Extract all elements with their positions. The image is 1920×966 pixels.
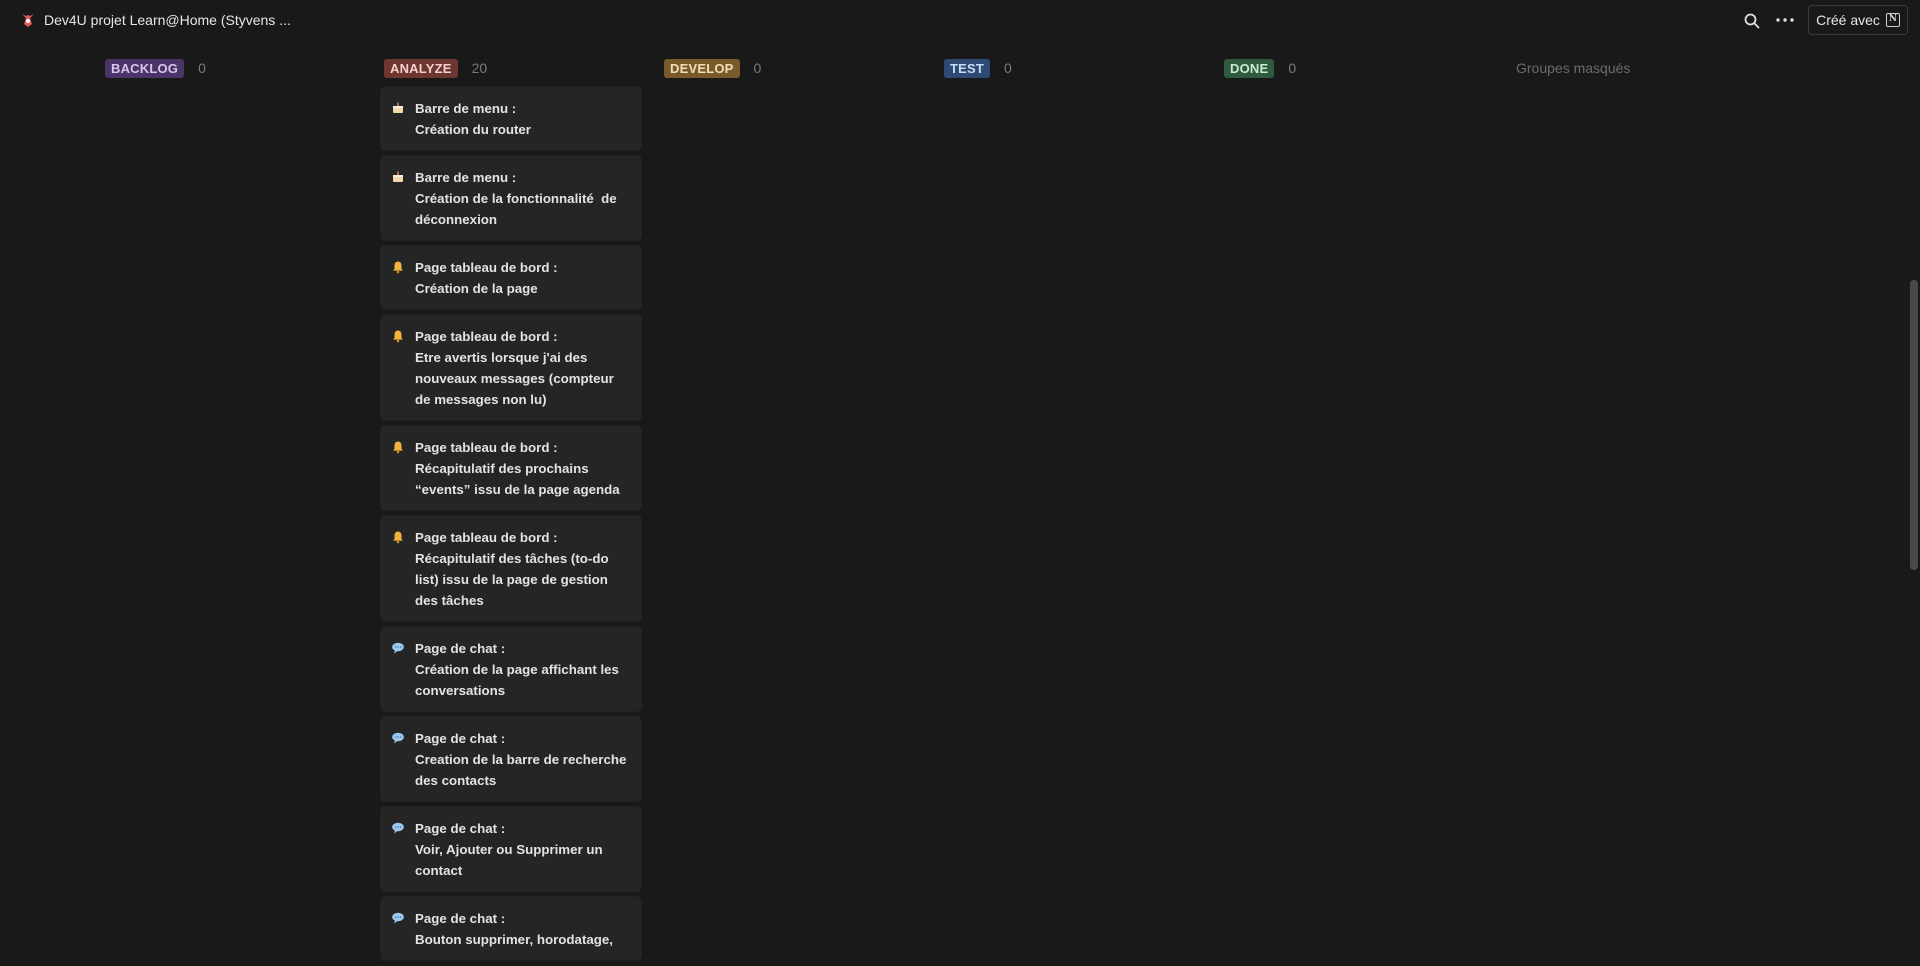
column-header-done[interactable]: DONE 0 bbox=[1224, 58, 1296, 78]
task-card-line: Création de la fonctionnalité de bbox=[415, 191, 617, 206]
task-card-title: Page tableau de bord : Récapitulatif des … bbox=[415, 437, 620, 500]
task-card-line: Voir, Ajouter ou Supprimer un bbox=[415, 842, 603, 857]
task-card-line: Page tableau de bord : bbox=[415, 260, 558, 275]
kanban-board: BACKLOG 0 ANALYZE 20 DEVELOP 0 TEST 0 DO… bbox=[0, 42, 1908, 960]
status-tag-backlog: BACKLOG bbox=[105, 58, 185, 78]
status-tag-analyze: ANALYZE bbox=[384, 58, 458, 78]
created-with-label: Créé avec bbox=[1816, 12, 1880, 28]
task-card[interactable]: Page tableau de bord : Création de la pag… bbox=[381, 246, 641, 309]
task-card-line: Barre de menu : bbox=[415, 101, 517, 116]
status-tag-test: TEST bbox=[944, 58, 991, 78]
task-card[interactable]: Page de chat : Creation de la barre de re… bbox=[381, 717, 641, 801]
scrollbar-thumb[interactable] bbox=[1910, 280, 1918, 570]
top-bar: Dev4U projet Learn@Home (Styvens ... Cré… bbox=[0, 0, 1920, 42]
task-card-line: “events” issu de la page agenda bbox=[415, 482, 620, 497]
task-card-title: Page de chat : Creation de la barre de re… bbox=[415, 728, 626, 791]
notion-icon: N bbox=[1885, 13, 1900, 27]
task-card-line: des tâches bbox=[415, 593, 484, 608]
task-card-line: déconnexion bbox=[415, 212, 498, 227]
task-card-line: des contacts bbox=[415, 773, 497, 788]
task-card[interactable]: Page de chat : Voir, Ajouter ou Supprimer… bbox=[381, 807, 641, 891]
column-header-analyze[interactable]: ANALYZE 20 bbox=[384, 58, 487, 78]
created-with-button[interactable]: Créé avec N bbox=[1808, 5, 1908, 35]
speech-bubble-icon bbox=[391, 821, 405, 835]
column-count-develop: 0 bbox=[753, 60, 762, 76]
task-card[interactable]: Barre de menu : Création de la fonctionna… bbox=[381, 156, 641, 240]
status-tag-develop: DEVELOP bbox=[664, 58, 740, 78]
task-card-line: Bouton supprimer, horodatage, bbox=[415, 932, 613, 947]
page-title[interactable]: Dev4U projet Learn@Home (Styvens ... bbox=[44, 12, 291, 28]
task-card-title: Page tableau de bord : Création de la pag… bbox=[415, 257, 558, 299]
task-card-line: Récapitulatif des tâches (to-do bbox=[415, 551, 609, 566]
speech-bubble-icon bbox=[391, 911, 405, 925]
speech-bubble-icon bbox=[391, 641, 405, 655]
task-card-title: Page de chat : Voir, Ajouter ou Supprimer… bbox=[415, 818, 603, 881]
column-header-backlog[interactable]: BACKLOG 0 bbox=[105, 58, 206, 78]
task-card[interactable]: Page tableau de bord : Récapitulatif des … bbox=[381, 426, 641, 510]
bell-icon bbox=[391, 530, 405, 544]
task-card[interactable]: Barre de menu : Création du router bbox=[381, 87, 641, 150]
app-logo-icon bbox=[22, 14, 34, 27]
speech-bubble-icon bbox=[391, 731, 405, 745]
analyze-card-list: Barre de menu : Création du router Barre d… bbox=[381, 87, 641, 966]
bell-icon bbox=[391, 260, 405, 274]
task-card-line: Page de chat : bbox=[415, 821, 506, 836]
task-card-title: Page de chat : Bouton supprimer, horodata… bbox=[415, 908, 613, 950]
column-count-analyze: 20 bbox=[471, 60, 488, 76]
task-card-title: Page de chat : Création de la page affich… bbox=[415, 638, 619, 701]
task-card-line: Création du router bbox=[415, 122, 531, 137]
task-card-line: Barre de menu : bbox=[415, 170, 517, 185]
task-card-line: Page tableau de bord : bbox=[415, 530, 558, 545]
task-card-line: Page de chat : bbox=[415, 911, 506, 926]
task-card-line: Creation de la barre de recherche bbox=[415, 752, 627, 767]
bell-icon bbox=[391, 440, 405, 454]
bell-icon bbox=[391, 329, 405, 343]
task-card-line: Page tableau de bord : bbox=[415, 329, 558, 344]
task-card[interactable]: Page tableau de bord : Etre avertis lorsq… bbox=[381, 315, 641, 420]
task-card-title: Page tableau de bord : Etre avertis lorsq… bbox=[415, 326, 614, 410]
task-card-title: Barre de menu : Création du router bbox=[415, 98, 531, 140]
task-card-line: nouveaux messages (compteur bbox=[415, 371, 614, 386]
task-card[interactable]: Page de chat : Bouton supprimer, horodata… bbox=[381, 897, 641, 960]
cake-icon bbox=[391, 170, 405, 184]
column-count-backlog: 0 bbox=[198, 60, 206, 76]
status-tag-done: DONE bbox=[1224, 58, 1275, 78]
task-card-line: Création de la page affichant les bbox=[415, 662, 619, 677]
column-header-develop[interactable]: DEVELOP 0 bbox=[664, 58, 761, 78]
task-card-line: contact bbox=[415, 863, 463, 878]
task-card-line: Récapitulatif des prochains bbox=[415, 461, 589, 476]
cake-icon bbox=[391, 101, 405, 115]
task-card-line: Page tableau de bord : bbox=[415, 440, 558, 455]
hidden-groups-label[interactable]: Groupes masqués bbox=[1516, 60, 1630, 76]
column-count-test: 0 bbox=[1004, 60, 1012, 76]
task-card-line: Création de la page bbox=[415, 281, 538, 296]
task-card-line: Etre avertis lorsque j'ai des bbox=[415, 350, 588, 365]
task-card-line: Page de chat : bbox=[415, 731, 506, 746]
search-icon[interactable] bbox=[1743, 12, 1761, 30]
task-card-line: Page de chat : bbox=[415, 641, 506, 656]
column-header-test[interactable]: TEST 0 bbox=[944, 58, 1012, 78]
task-card[interactable]: Page de chat : Création de la page affich… bbox=[381, 627, 641, 711]
task-card-line: conversations bbox=[415, 683, 506, 698]
task-card-line: list) issu de la page de gestion bbox=[415, 572, 608, 587]
task-card-title: Page tableau de bord : Récapitulatif des … bbox=[415, 527, 609, 611]
more-icon[interactable] bbox=[1774, 11, 1796, 29]
column-count-done: 0 bbox=[1288, 60, 1297, 76]
task-card[interactable]: Page tableau de bord : Récapitulatif des … bbox=[381, 516, 641, 621]
task-card-line: de messages non lu) bbox=[415, 392, 547, 407]
task-card-title: Barre de menu : Création de la fonctionna… bbox=[415, 167, 617, 230]
